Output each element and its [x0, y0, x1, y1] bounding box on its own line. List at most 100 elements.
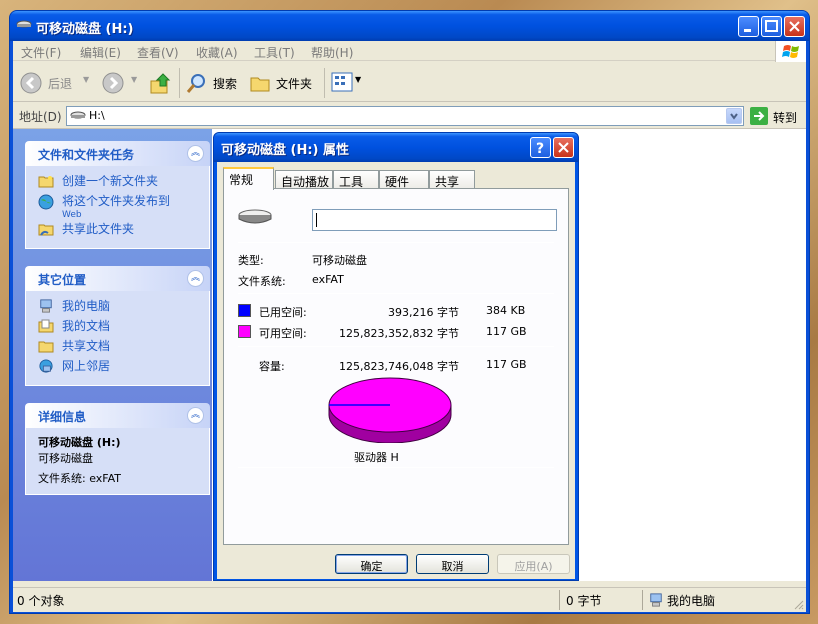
divider — [238, 346, 554, 347]
dialog-titlebar[interactable]: 可移动磁盘 (H:) 属性 ? — [214, 133, 578, 162]
go-arrow-icon — [750, 107, 768, 125]
search-label: 搜索 — [213, 77, 238, 91]
folders-button[interactable]: 文件夹 — [249, 71, 319, 95]
address-value: H:\ — [89, 109, 105, 122]
windows-flag-logo — [775, 41, 806, 63]
shared-documents-icon — [38, 341, 54, 353]
place-shared-documents[interactable]: 共享文档 — [38, 337, 199, 357]
ok-button[interactable]: 确定 — [335, 554, 408, 574]
globe-icon — [38, 194, 54, 210]
my-computer-icon — [40, 299, 52, 313]
free-space-swatch — [238, 325, 251, 338]
address-label: 地址(D) — [19, 110, 62, 124]
details-title: 详细信息 — [38, 410, 87, 424]
menu-help[interactable]: 帮助(H) — [311, 44, 353, 61]
cancel-button[interactable]: 取消 — [416, 554, 489, 574]
back-button[interactable]: 后退 ▼ — [19, 71, 89, 95]
task-label: 将这个文件夹发布到 — [62, 194, 171, 208]
file-tasks-header[interactable]: 文件和文件夹任务 ︽ — [25, 141, 210, 166]
go-button[interactable]: 转到 — [750, 107, 805, 126]
views-dropdown-icon[interactable]: ▼ — [355, 75, 361, 84]
place-label: 网上邻居 — [62, 359, 111, 373]
standard-toolbar: 后退 ▼ ▼ 搜索 文件夹 ▼ — [13, 62, 806, 102]
place-my-documents[interactable]: 我的文档 — [38, 317, 199, 337]
task-new-folder[interactable]: 创建一个新文件夹 — [38, 172, 199, 192]
help-button[interactable]: ? — [530, 137, 551, 158]
dialog-close-button[interactable] — [553, 137, 574, 158]
collapse-chevron-icon[interactable]: ︽ — [187, 145, 204, 162]
apply-button[interactable]: 应用(A) — [497, 554, 570, 574]
collapse-chevron-icon[interactable]: ︽ — [187, 270, 204, 287]
views-button[interactable]: ▼ — [331, 71, 365, 95]
forward-arrow-icon — [102, 72, 124, 94]
properties-dialog: 可移动磁盘 (H:) 属性 ? 常规 自动播放 工具 硬件 共享 类型: 可移动… — [213, 132, 579, 581]
tab-tools[interactable]: 工具 — [333, 170, 379, 189]
resize-grip-icon[interactable] — [792, 598, 804, 610]
tab-general[interactable]: 常规 — [223, 167, 274, 190]
used-space-label: 已用空间: — [259, 306, 307, 319]
maximize-button[interactable] — [761, 16, 782, 37]
network-places-icon — [39, 359, 53, 373]
address-dropdown-button[interactable] — [726, 108, 742, 124]
free-space-bytes: 125,823,352,832 字节 — [339, 327, 459, 340]
folder-icon — [250, 77, 270, 92]
menu-view[interactable]: 查看(V) — [137, 44, 179, 61]
windows-flag-icon — [782, 45, 799, 58]
task-label: 共享此文件夹 — [62, 222, 135, 236]
other-places-header[interactable]: 其它位置 ︽ — [25, 266, 210, 291]
search-icon — [186, 74, 205, 93]
menu-file[interactable]: 文件(F) — [21, 44, 61, 61]
address-bar: 地址(D) H:\ 转到 — [13, 103, 806, 129]
capacity-bytes: 125,823,746,048 字节 — [339, 360, 459, 373]
collapse-chevron-icon[interactable]: ︽ — [187, 407, 204, 424]
divider — [238, 467, 554, 468]
close-icon — [789, 21, 800, 32]
place-label: 我的文档 — [62, 319, 111, 333]
details-panel: 详细信息 ︽ 可移动磁盘 (H:) 可移动磁盘 文件系统: exFAT — [25, 403, 210, 495]
forward-dropdown-icon[interactable]: ▼ — [131, 75, 137, 84]
status-bar: 0 个对象 0 字节 我的电脑 — [13, 587, 806, 611]
minimize-button[interactable] — [738, 16, 759, 37]
toolbar-separator — [179, 68, 180, 98]
task-publish-web[interactable]: 将这个文件夹发布到 Web — [38, 192, 199, 220]
window-title: 可移动磁盘 (H:) — [36, 22, 134, 37]
tab-autoplay[interactable]: 自动播放 — [275, 170, 333, 189]
place-network[interactable]: 网上邻居 — [38, 357, 199, 377]
place-my-computer[interactable]: 我的电脑 — [38, 297, 199, 317]
dialog-title: 可移动磁盘 (H:) 属性 — [221, 143, 350, 158]
filesystem-label: 文件系统: — [238, 275, 286, 288]
help-question-icon: ? — [536, 141, 544, 157]
up-folder-button[interactable] — [149, 71, 173, 95]
maximize-icon — [765, 20, 778, 32]
toolbar-separator — [324, 68, 325, 98]
menu-tools[interactable]: 工具(T) — [254, 44, 295, 61]
menu-edit[interactable]: 编辑(E) — [80, 44, 121, 61]
task-share-folder[interactable]: 共享此文件夹 — [38, 220, 199, 240]
tab-hardware[interactable]: 硬件 — [379, 170, 429, 189]
file-tasks-panel: 文件和文件夹任务 ︽ 创建一个新文件夹 将这个文件夹发布到 Web 共享此文件夹 — [25, 141, 210, 249]
tab-sharing[interactable]: 共享 — [429, 170, 475, 189]
status-bytes: 0 字节 — [566, 594, 602, 608]
close-button[interactable] — [784, 16, 805, 37]
capacity-size: 117 GB — [486, 358, 527, 371]
details-body: 可移动磁盘 (H:) 可移动磁盘 文件系统: exFAT — [25, 428, 210, 495]
window-titlebar[interactable]: 可移动磁盘 (H:) — [10, 11, 809, 41]
divider — [238, 293, 554, 294]
details-header[interactable]: 详细信息 ︽ — [25, 403, 210, 428]
place-label: 我的电脑 — [62, 299, 111, 313]
my-documents-icon — [38, 319, 54, 333]
back-dropdown-icon[interactable]: ▼ — [83, 75, 89, 84]
forward-button[interactable]: ▼ — [101, 71, 141, 95]
address-input[interactable]: H:\ — [66, 106, 744, 126]
text-caret — [316, 213, 317, 227]
go-label: 转到 — [773, 111, 798, 125]
menu-bar: 文件(F) 编辑(E) 查看(V) 收藏(A) 工具(T) 帮助(H) — [13, 41, 806, 63]
views-grid-icon — [331, 72, 353, 92]
removable-drive-icon — [70, 111, 86, 119]
search-button[interactable]: 搜索 — [186, 71, 246, 95]
menu-favorites[interactable]: 收藏(A) — [196, 44, 238, 61]
status-object-count: 0 个对象 — [17, 594, 65, 608]
task-pane: 文件和文件夹任务 ︽ 创建一个新文件夹 将这个文件夹发布到 Web 共享此文件夹… — [13, 129, 212, 581]
volume-name-input[interactable] — [312, 209, 557, 231]
back-label: 后退 — [48, 77, 73, 91]
